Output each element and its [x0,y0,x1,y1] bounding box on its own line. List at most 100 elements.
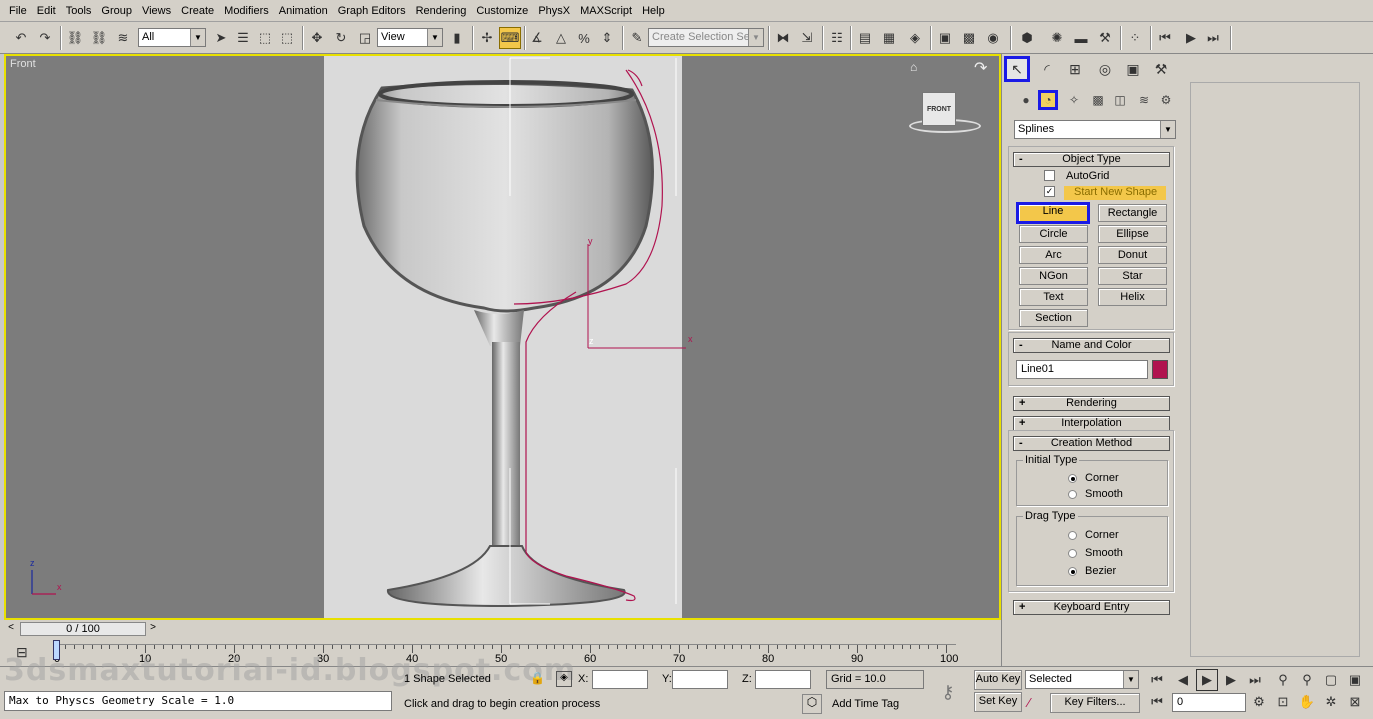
keyboard-entry-rollout-header[interactable]: + Keyboard Entry [1013,600,1170,615]
text-button[interactable]: Text [1019,288,1088,306]
schematic-view-icon[interactable]: ▦ [878,27,900,49]
play-icon[interactable]: ▶ [1180,27,1202,49]
orbit-icon[interactable]: ✲ [1320,691,1342,713]
undo-icon[interactable]: ↶ [10,27,32,49]
drag-bezier-radio[interactable] [1068,567,1077,576]
star-button[interactable]: Star [1098,267,1167,285]
key-filters-button[interactable]: Key Filters... [1050,693,1140,713]
key-mode-toggle-icon[interactable]: ⏮ [1146,691,1168,713]
viewcube[interactable]: FRONT [922,92,956,126]
display-tab-icon[interactable]: ▣ [1120,56,1146,82]
window-crossing-icon[interactable]: ⬚ [276,27,298,49]
front-viewport[interactable]: Front y x z z x ⌂ ↷ FRONT [4,54,1001,620]
menu-item-graph-editors[interactable]: Graph Editors [333,0,411,22]
home-icon[interactable]: ⌂ [910,60,917,74]
helpers-icon[interactable]: ◫ [1110,90,1130,110]
section-button[interactable]: Section [1019,309,1088,327]
keyboard-shortcut-override-icon[interactable]: ⌨ [499,27,521,49]
helix-button[interactable]: Helix [1098,288,1167,306]
previous-frame-icon[interactable]: ◀ [1172,669,1194,691]
zoom-all-icon[interactable]: ⚲ [1296,669,1318,691]
systems-icon[interactable]: ⚙ [1156,90,1176,110]
line-spline[interactable] [6,56,999,618]
ellipse-button[interactable]: Ellipse [1098,225,1167,243]
named-selection-set-dropdown[interactable]: Create Selection Set ▼ [648,28,764,47]
rendered-frame-window-icon[interactable]: ▩ [958,27,980,49]
object-color-swatch[interactable] [1152,360,1168,379]
menu-item-help[interactable]: Help [637,0,670,22]
material-editor-icon[interactable]: ◈ [904,27,926,49]
edit-named-selection-icon[interactable]: ✎ [626,27,648,49]
circle-button[interactable]: Circle [1019,225,1088,243]
orbit-arrow-icon[interactable]: ↷ [974,58,987,78]
rendering-rollout-header[interactable]: + Rendering [1013,396,1170,411]
play-animation-icon[interactable]: ▶ [1196,669,1218,691]
quick-render-icon[interactable]: ◉ [982,27,1004,49]
menu-item-create[interactable]: Create [176,0,219,22]
start-new-shape-checkbox[interactable]: ✓ [1044,186,1055,197]
select-link-icon[interactable]: ⛓ [64,27,86,49]
pivot-center-icon[interactable]: ▮ [446,27,468,49]
drag-corner-radio[interactable] [1068,531,1077,540]
menu-item-views[interactable]: Views [137,0,176,22]
physx-tools-icon[interactable]: ⚒ [1094,27,1116,49]
field-of-view-icon[interactable]: ⊡ [1272,691,1294,713]
angle-snap-icon[interactable]: △ [550,27,572,49]
simulation-icon[interactable]: ✺ [1046,27,1068,49]
pan-view-icon[interactable]: ✋ [1296,691,1318,713]
z-coordinate-field[interactable] [755,670,811,689]
rectangular-selection-icon[interactable]: ⬚ [254,27,276,49]
select-by-name-icon[interactable]: ☰ [232,27,254,49]
menu-item-tools[interactable]: Tools [61,0,97,22]
space-warps-icon[interactable]: ≋ [1134,90,1154,110]
menu-item-rendering[interactable]: Rendering [411,0,472,22]
rectangle-button[interactable]: Rectangle [1098,204,1167,222]
spinner-snap-icon[interactable]: ⇕ [596,27,618,49]
reset-sim-icon[interactable]: ▬ [1070,27,1092,49]
x-coordinate-field[interactable] [592,670,648,689]
move-icon[interactable]: ✥ [306,27,328,49]
initial-corner-radio[interactable] [1068,474,1077,483]
scale-icon[interactable]: ◲ [354,27,376,49]
modify-tab-icon[interactable]: ◜ [1034,56,1060,82]
zoom-icon[interactable]: ⚲ [1272,669,1294,691]
goto-start-icon[interactable]: ⏮ [1146,669,1168,691]
zoom-extents-all-icon[interactable]: ▣ [1344,669,1366,691]
current-frame-field[interactable]: 0 [1172,693,1246,712]
mirror-icon[interactable]: ⧓ [772,27,794,49]
set-key-mode-icon[interactable]: ⚷ [930,675,966,709]
physx-icon[interactable]: ⬢ [1016,27,1038,49]
object-category-dropdown[interactable]: Splines ▼ [1014,120,1176,139]
hierarchy-tab-icon[interactable]: ⊞ [1062,56,1088,82]
render-setup-icon[interactable]: ▣ [934,27,956,49]
key-mode-dropdown[interactable]: Selected ▼ [1025,670,1139,689]
goto-end-icon[interactable]: ⏭ [1244,669,1266,691]
menu-item-animation[interactable]: Animation [274,0,333,22]
line-button[interactable]: Line [1016,202,1090,224]
donut-button[interactable]: Donut [1098,246,1167,264]
menu-item-file[interactable]: File [4,0,32,22]
time-tag-icon[interactable]: ⬡ [802,694,822,714]
add-time-tag-label[interactable]: Add Time Tag [832,698,899,710]
step-forward-icon[interactable]: ⏭ [1202,27,1224,49]
cameras-icon[interactable]: ▩ [1088,90,1108,110]
geometry-icon[interactable]: ● [1016,90,1036,110]
zoom-extents-icon[interactable]: ▢ [1320,669,1342,691]
rotate-icon[interactable]: ↻ [330,27,352,49]
menu-item-group[interactable]: Group [96,0,137,22]
align-icon[interactable]: ⇲ [796,27,818,49]
menu-item-physx[interactable]: PhysX [533,0,575,22]
object-name-field[interactable]: Line01 [1016,360,1148,379]
y-coordinate-field[interactable] [672,670,728,689]
auto-key-button[interactable]: Auto Key [974,670,1022,690]
create-tab-icon[interactable]: ↖ [1004,56,1030,82]
bind-space-warp-icon[interactable]: ≋ [112,27,134,49]
reference-coordinate-dropdown[interactable]: View ▼ [377,28,443,47]
time-config-icon[interactable]: ⚙ [1248,691,1270,713]
time-slider[interactable]: 0 / 100 [20,622,146,636]
drag-smooth-radio[interactable] [1068,549,1077,558]
set-key-button[interactable]: Set Key [974,692,1022,712]
ngon-button[interactable]: NGon [1019,267,1088,285]
initial-smooth-radio[interactable] [1068,490,1077,499]
menu-item-customize[interactable]: Customize [471,0,533,22]
